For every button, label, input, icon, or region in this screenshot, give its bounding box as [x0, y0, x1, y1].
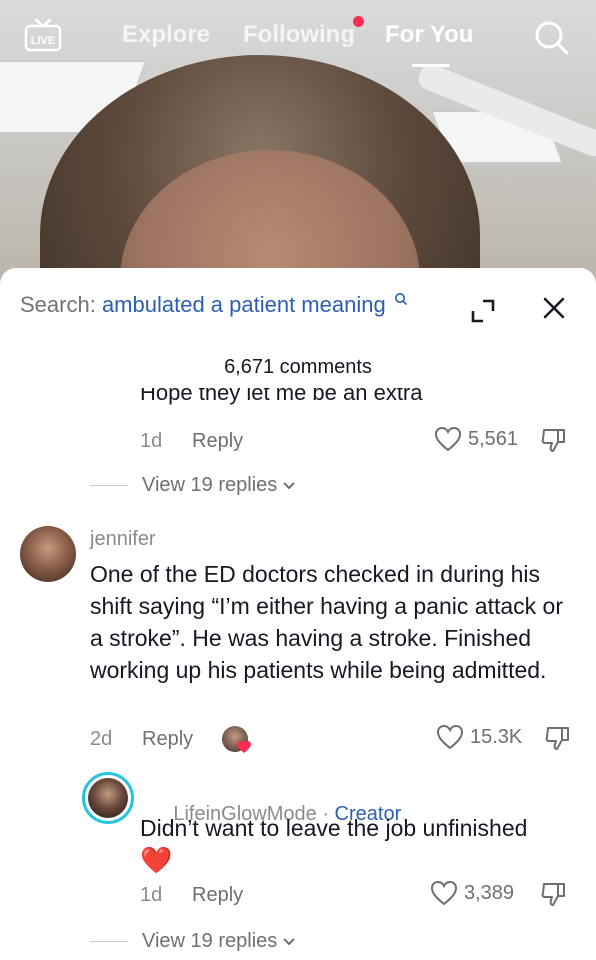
view-replies-label: View 19 replies [142, 474, 278, 496]
comments-sheet: Search: ambulated a patient meaning 6,67… [0, 268, 596, 960]
view-replies-label: View 19 replies [142, 930, 278, 952]
comment-text: One of the ED doctors checked in during … [90, 561, 564, 683]
tab-for-you[interactable]: For You [385, 21, 473, 49]
search-icon[interactable] [532, 18, 570, 56]
avatar[interactable] [20, 526, 76, 582]
search-icon [394, 293, 407, 306]
active-tab-indicator [412, 64, 450, 67]
heart-emoji: ❤️ [140, 845, 173, 875]
close-icon[interactable] [542, 296, 566, 320]
like-button[interactable]: 5,561 [434, 426, 518, 452]
comment-username[interactable]: jennifer [90, 528, 156, 551]
live-icon[interactable]: LIVE [24, 18, 62, 52]
thumbs-down-icon[interactable] [544, 724, 572, 752]
like-count: 3,389 [464, 881, 515, 904]
like-button[interactable]: 3,389 [430, 880, 514, 906]
comment-time: 1d [140, 430, 163, 452]
heart-icon [434, 426, 462, 452]
expand-icon[interactable] [470, 298, 496, 324]
heart-icon [237, 741, 251, 753]
search-prefix: Search: [20, 292, 102, 317]
like-button[interactable]: 15.3K [436, 724, 522, 750]
notification-dot [353, 16, 364, 27]
comment-time: 2d [90, 728, 113, 750]
comments-count: 6,671 comments [224, 356, 372, 378]
like-count: 15.3K [470, 725, 523, 748]
comments-list: Hope they let me be an extra 1d Reply 5,… [0, 388, 596, 960]
creator-avatar[interactable] [82, 772, 134, 824]
divider [90, 941, 128, 942]
divider [90, 485, 128, 486]
tab-explore[interactable]: Explore [122, 21, 210, 49]
chevron-down-icon [283, 481, 295, 489]
search-suggestion[interactable]: Search: ambulated a patient meaning [20, 292, 408, 318]
reply-button[interactable]: Reply [192, 884, 243, 907]
comment-text: Hope they let me be an extra [140, 388, 423, 405]
view-replies-button[interactable]: View 19 replies [90, 930, 297, 953]
like-count: 5,561 [468, 427, 519, 450]
thumbs-down-icon[interactable] [540, 880, 568, 908]
top-navigation: LIVE Explore Following For You [0, 0, 596, 80]
search-query[interactable]: ambulated a patient meaning [102, 292, 386, 317]
chevron-down-icon [283, 937, 295, 945]
view-replies-button[interactable]: View 19 replies [90, 474, 297, 497]
reply-button[interactable]: Reply [192, 430, 243, 453]
comment-time: 1d [140, 884, 163, 906]
comment-text: Didn’t want to leave the job unfinished [140, 815, 528, 841]
heart-icon [436, 724, 464, 750]
live-label: LIVE [31, 35, 55, 47]
thumbs-down-icon[interactable] [540, 426, 568, 454]
reply-button[interactable]: Reply [142, 728, 193, 751]
heart-icon [430, 880, 458, 906]
tab-following[interactable]: Following [243, 21, 355, 49]
